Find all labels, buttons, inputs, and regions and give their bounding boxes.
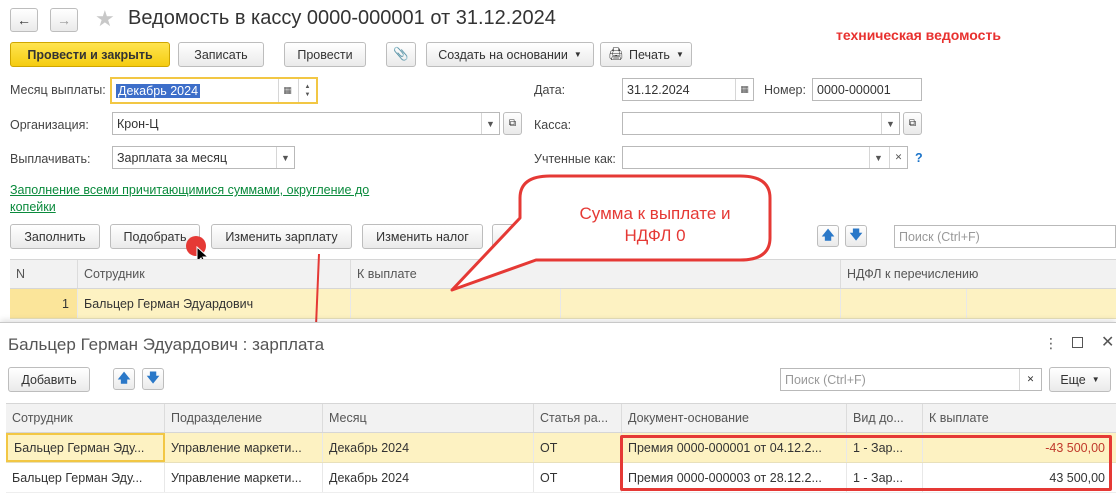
cash-field[interactable]: ▼ <box>622 112 900 135</box>
search-placeholder: Поиск (Ctrl+F) <box>899 229 980 244</box>
arrow-up-icon: 🡅 <box>821 227 835 242</box>
organization-label: Организация: <box>10 118 89 132</box>
chevron-down-icon[interactable]: ▼ <box>881 113 899 134</box>
sub-row-dept: Управление маркети... <box>165 463 323 492</box>
sub-row-dept: Управление маркети... <box>165 433 323 462</box>
page-title: Ведомость в кассу 0000-000001 от 31.12.2… <box>128 7 556 29</box>
menu-dots-icon[interactable]: ⋮ <box>1044 335 1058 352</box>
callout-text: Сумма к выплате и НДФЛ 0 <box>579 204 731 245</box>
save-button[interactable]: Записать <box>178 42 264 67</box>
attach-button[interactable]: 📎 <box>386 42 416 67</box>
paperclip-icon: 📎 <box>393 47 409 61</box>
calendar-icon[interactable]: ▦ <box>735 79 753 100</box>
search-input[interactable]: Поиск (Ctrl+F) <box>894 225 1116 248</box>
add-button[interactable]: Добавить <box>8 367 90 392</box>
pay-value: Зарплата за месяц <box>117 150 228 165</box>
sub-table-header: Сотрудник Подразделение Месяц Статья ра.… <box>6 403 1116 433</box>
sub-search-placeholder: Поиск (Ctrl+F) <box>785 372 866 387</box>
arrow-right-icon: → <box>57 12 71 28</box>
accounted-field[interactable]: ▼ ✕ <box>622 146 908 169</box>
cash-label: Касса: <box>534 118 572 132</box>
chevron-down-icon[interactable]: ▼ <box>481 113 499 134</box>
chevron-down-icon[interactable]: ▼ <box>869 147 887 168</box>
sub-move-down-button[interactable]: 🡇 <box>142 368 164 390</box>
sub-row-article: ОТ <box>534 463 622 492</box>
favorite-star-icon[interactable]: ★ <box>95 6 115 32</box>
open-icon: ⧉ <box>508 118 517 129</box>
sub-search-input[interactable]: Поиск (Ctrl+F) ✕ <box>780 368 1042 391</box>
pay-label: Выплачивать: <box>10 152 91 166</box>
organization-field[interactable]: Крон-Ц ▼ <box>112 112 500 135</box>
back-button[interactable]: ← <box>10 8 38 32</box>
col-tax[interactable]: НДФЛ к перечислению <box>841 260 1116 288</box>
open-organization-button[interactable]: ⧉ <box>503 112 522 135</box>
help-icon[interactable]: ? <box>915 151 923 165</box>
arrow-down-icon: 🡇 <box>849 227 863 242</box>
change-salary-button[interactable]: Изменить зарплату <box>211 224 352 249</box>
sub-row-month: Декабрь 2024 <box>323 463 534 492</box>
number-value: 0000-000001 <box>817 82 891 97</box>
organization-value: Крон-Ц <box>117 116 159 131</box>
month-value: Декабрь 2024 <box>116 83 201 98</box>
sub-row-employee: Бальцер Герман Эду... <box>6 463 165 492</box>
open-icon: ⧉ <box>908 118 917 129</box>
open-cash-button[interactable]: ⧉ <box>903 112 922 135</box>
print-button[interactable]: 🖨 Печать ▼ <box>600 42 692 67</box>
close-icon[interactable]: ✕ <box>1101 332 1114 352</box>
row-n: 1 <box>10 289 78 318</box>
sub-col-doc[interactable]: Документ-основание <box>622 404 847 432</box>
sub-row-month: Декабрь 2024 <box>323 433 534 462</box>
fill-mode-link[interactable]: Заполнение всеми причитающимися суммами,… <box>10 182 400 216</box>
create-based-button[interactable]: Создать на основании ▼ <box>426 42 594 67</box>
pay-field[interactable]: Зарплата за месяц ▼ <box>112 146 295 169</box>
arrow-left-icon: ← <box>17 12 31 28</box>
month-label: Месяц выплаты: <box>10 83 106 97</box>
post-and-close-button[interactable]: Провести и закрыть <box>10 42 170 67</box>
subwindow-title: Бальцер Герман Эдуардович : зарплата <box>8 335 325 354</box>
calendar-icon[interactable]: ▦ <box>278 79 296 102</box>
arrow-up-icon: 🡅 <box>117 370 131 385</box>
month-field[interactable]: Декабрь 2024 ▦ ▲ ▼ <box>110 77 318 104</box>
sub-move-up-button[interactable]: 🡅 <box>113 368 135 390</box>
maximize-icon[interactable] <box>1072 337 1083 348</box>
arrow-down-icon: 🡇 <box>146 370 160 385</box>
move-up-button[interactable]: 🡅 <box>817 225 839 247</box>
chevron-down-icon: ▼ <box>675 50 684 59</box>
clear-icon[interactable]: ✕ <box>889 147 907 168</box>
row-tax <box>841 289 967 318</box>
date-field[interactable]: 31.12.2024 ▦ <box>622 78 754 101</box>
chevron-down-icon: ▼ <box>1091 375 1100 384</box>
spin-buttons[interactable]: ▲ ▼ <box>298 79 316 102</box>
sub-row-employee: Бальцер Герман Эду... <box>6 433 165 462</box>
sub-col-amount[interactable]: К выплате <box>923 404 1116 432</box>
col-n[interactable]: N <box>10 260 78 288</box>
technical-note: техническая ведомость <box>836 27 1001 43</box>
highlight-box <box>620 435 1112 491</box>
forward-button[interactable]: → <box>50 8 78 32</box>
sub-col-article[interactable]: Статья ра... <box>534 404 622 432</box>
number-field[interactable]: 0000-000001 <box>812 78 922 101</box>
printer-icon: 🖨 <box>608 47 624 61</box>
chevron-down-icon: ▼ <box>573 50 582 59</box>
post-button[interactable]: Провести <box>284 42 366 67</box>
fill-button[interactable]: Заполнить <box>10 224 100 249</box>
number-label: Номер: <box>764 83 806 97</box>
chevron-down-icon[interactable]: ▼ <box>276 147 294 168</box>
row-tax-2 <box>967 289 1116 318</box>
sub-col-month[interactable]: Месяц <box>323 404 534 432</box>
date-label: Дата: <box>534 83 566 97</box>
subwindow: Бальцер Герман Эдуардович : зарплата ⋮ ✕… <box>0 322 1116 503</box>
sub-col-employee[interactable]: Сотрудник <box>6 404 165 432</box>
accounted-label: Учтенные как: <box>534 152 616 166</box>
clear-icon[interactable]: ✕ <box>1019 369 1041 390</box>
more-button[interactable]: Еще ▼ <box>1049 367 1111 392</box>
date-value: 31.12.2024 <box>627 82 690 97</box>
sub-row-article: ОТ <box>534 433 622 462</box>
sub-col-dept[interactable]: Подразделение <box>165 404 323 432</box>
move-down-button[interactable]: 🡇 <box>845 225 867 247</box>
sub-col-kind[interactable]: Вид до... <box>847 404 923 432</box>
